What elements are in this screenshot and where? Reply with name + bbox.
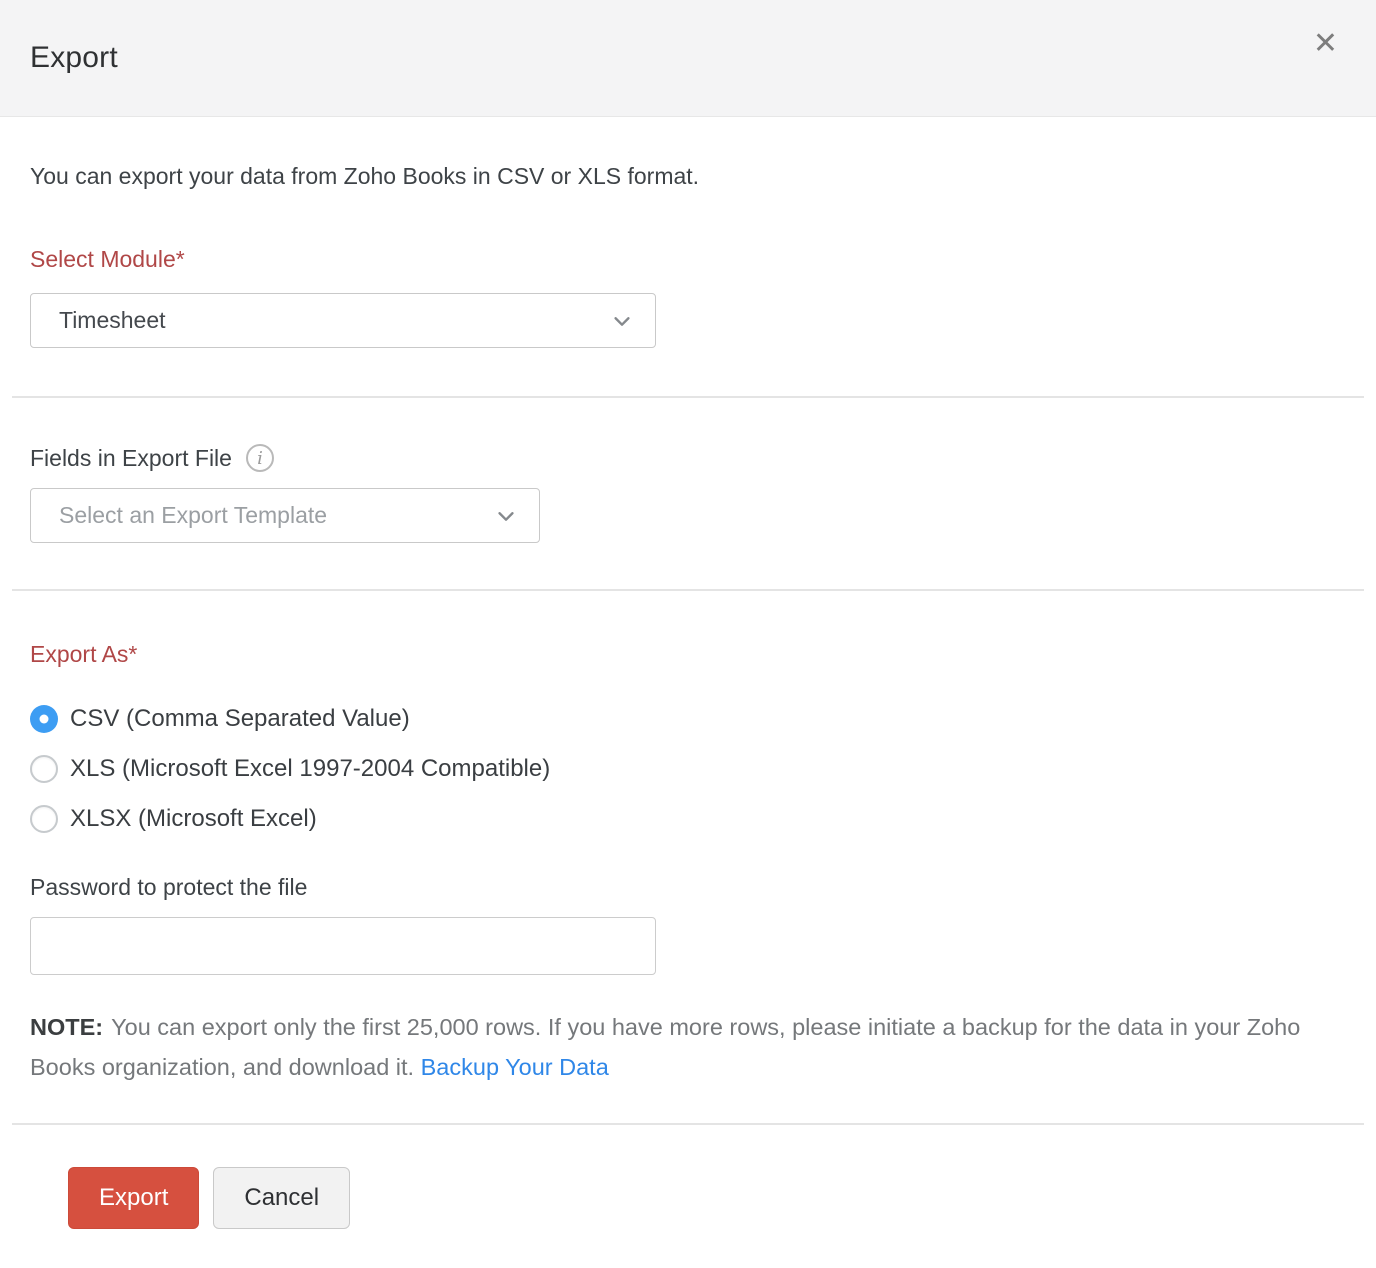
export-button[interactable]: Export: [68, 1167, 200, 1229]
radio-option-label: CSV (Comma Separated Value): [70, 705, 410, 732]
divider: [12, 396, 1364, 398]
dialog-header: Export ✕: [0, 0, 1376, 117]
radio-option-csv[interactable]: CSV (Comma Separated Value): [30, 694, 1346, 744]
dialog-body: You can export your data from Zoho Books…: [0, 117, 1376, 1229]
divider: [12, 589, 1364, 591]
chevron-down-icon: [495, 505, 517, 527]
export-template-select[interactable]: Select an Export Template: [30, 488, 540, 543]
divider: [12, 1123, 1364, 1125]
radio-option-xlsx[interactable]: XLSX (Microsoft Excel): [30, 794, 1346, 844]
chevron-down-icon: [611, 310, 633, 332]
cancel-button[interactable]: Cancel: [213, 1167, 351, 1229]
password-label: Password to protect the file: [30, 874, 308, 900]
note-text: NOTE: You can export only the first 25,00…: [30, 1007, 1340, 1087]
module-select[interactable]: Timesheet: [30, 293, 656, 348]
dialog-title: Export: [30, 41, 118, 74]
select-module-label: Select Module*: [30, 246, 185, 272]
radio-button-icon[interactable]: [30, 755, 58, 783]
note-body: You can export only the first 25,000 row…: [30, 1014, 1301, 1080]
dialog-footer: Export Cancel: [0, 1167, 1376, 1229]
fields-in-export-file-text: Fields in Export File: [30, 444, 232, 471]
radio-option-label: XLSX (Microsoft Excel): [70, 805, 317, 832]
radio-button-icon[interactable]: [30, 805, 58, 833]
radio-button-icon[interactable]: [30, 705, 58, 733]
export-dialog: Export ✕ You can export your data from Z…: [0, 0, 1376, 1229]
export-as-label: Export As*: [30, 641, 138, 667]
radio-option-xls[interactable]: XLS (Microsoft Excel 1997-2004 Compatibl…: [30, 744, 1346, 794]
note-prefix: NOTE:: [30, 1014, 104, 1040]
fields-in-export-file-label: Fields in Export File i: [30, 444, 1346, 472]
close-icon[interactable]: ✕: [1305, 25, 1346, 63]
intro-text: You can export your data from Zoho Books…: [30, 163, 700, 189]
radio-option-label: XLS (Microsoft Excel 1997-2004 Compatibl…: [70, 755, 551, 782]
backup-your-data-link[interactable]: Backup Your Data: [421, 1054, 609, 1080]
password-input[interactable]: [30, 917, 656, 975]
export-format-radio-group: CSV (Comma Separated Value) XLS (Microso…: [30, 694, 1346, 844]
info-icon[interactable]: i: [245, 444, 274, 472]
export-template-placeholder: Select an Export Template: [59, 502, 328, 528]
module-select-value: Timesheet: [59, 307, 166, 333]
